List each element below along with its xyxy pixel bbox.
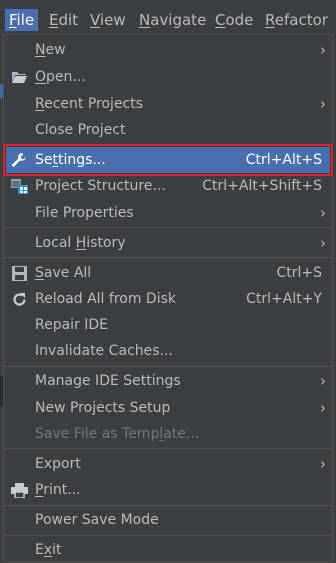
menu-item-file-properties[interactable]: File Properties ›	[6, 200, 330, 226]
menu-item-save-all[interactable]: Save All Ctrl+S	[6, 260, 330, 286]
menu-item-recent-projects[interactable]: Recent Projects ›	[6, 91, 330, 117]
menu-item-reload-all[interactable]: Reload All from Disk Ctrl+Alt+Y	[6, 286, 330, 312]
menu-separator	[4, 366, 332, 367]
chevron-right-icon: ›	[320, 455, 326, 473]
wrench-icon	[10, 152, 28, 168]
floppy-disk-icon	[10, 265, 28, 281]
menu-separator	[4, 227, 332, 228]
chevron-right-icon: ›	[320, 399, 326, 417]
menu-item-new-projects-setup[interactable]: New Projects Setup ›	[6, 395, 330, 421]
chevron-right-icon: ›	[320, 95, 326, 113]
menu-item-close-project[interactable]: Close Project	[6, 117, 330, 143]
menu-bar: File Edit View Navigate Code Refactor	[0, 0, 336, 38]
menu-item-project-structure[interactable]: Project Structure... Ctrl+Alt+Shift+S	[6, 173, 330, 199]
menu-item-print[interactable]: Print...	[6, 477, 330, 503]
reload-icon	[10, 291, 28, 307]
menu-navigate[interactable]: Navigate	[139, 9, 206, 31]
menu-item-export[interactable]: Export ›	[6, 451, 330, 477]
menu-item-local-history[interactable]: Local History ›	[6, 230, 330, 256]
menu-item-settings[interactable]: Settings... Ctrl+Alt+S	[3, 144, 333, 176]
menu-code[interactable]: Code	[215, 9, 253, 31]
folder-icon	[10, 69, 28, 85]
menu-separator	[4, 535, 332, 536]
chevron-right-icon: ›	[320, 204, 326, 222]
menu-refactor[interactable]: Refactor	[265, 9, 328, 31]
menu-item-power-save-mode[interactable]: Power Save Mode	[6, 507, 330, 533]
menu-item-exit[interactable]: Exit	[6, 537, 330, 563]
chevron-right-icon: ›	[320, 41, 326, 59]
menu-item-repair-ide[interactable]: Repair IDE	[6, 312, 330, 338]
project-structure-icon	[10, 178, 28, 194]
menu-item-save-file-as-template: Save File as Template...	[35, 426, 200, 442]
chevron-right-icon: ›	[320, 372, 326, 390]
menu-item-open[interactable]: Open...	[6, 64, 330, 90]
menu-item-new[interactable]: New ›	[6, 37, 330, 63]
file-menu-dropdown: New › Open... Recent Projects › Close Pr…	[3, 34, 333, 562]
chevron-right-icon: ›	[320, 234, 326, 252]
menu-file[interactable]: File	[5, 9, 39, 31]
menu-view[interactable]: View	[90, 9, 126, 31]
menu-separator	[4, 257, 332, 258]
printer-icon	[10, 482, 28, 498]
menu-edit[interactable]: Edit	[49, 9, 78, 31]
menu-separator	[4, 505, 332, 506]
menu-separator	[4, 448, 332, 449]
menu-item-invalidate-caches[interactable]: Invalidate Caches...	[6, 338, 330, 364]
menu-item-manage-ide-settings[interactable]: Manage IDE Settings ›	[6, 368, 330, 394]
menu-separator	[4, 145, 332, 146]
